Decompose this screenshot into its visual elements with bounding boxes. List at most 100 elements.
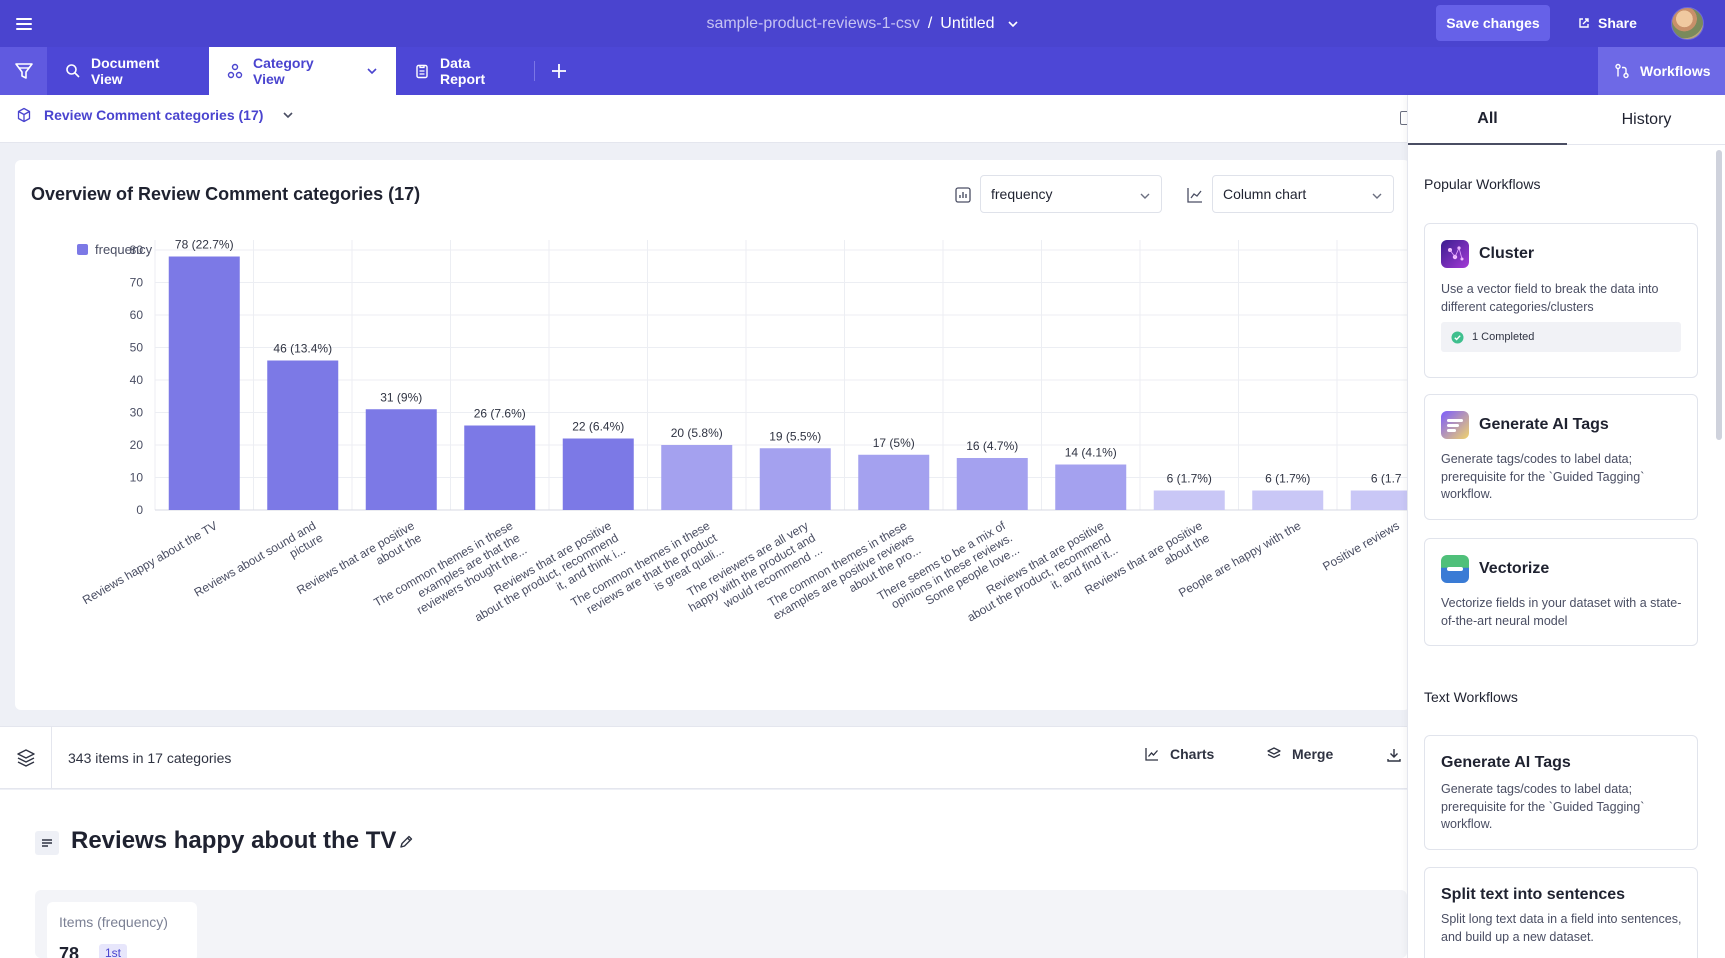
text-workflows-heading: Text Workflows (1424, 689, 1518, 705)
legend-label: frequency (95, 242, 153, 257)
data-label: 19 (5.5%) (769, 429, 821, 443)
panel-scrollbar[interactable] (1716, 150, 1722, 440)
data-label: 31 (9%) (380, 390, 422, 404)
breadcrumb-file-name[interactable]: sample-product-reviews-1-csv (706, 15, 919, 33)
workflow-title: Vectorize (1479, 560, 1550, 577)
filter-icon (14, 61, 34, 81)
data-label: 6 (1.7%) (1167, 472, 1212, 486)
items-stat-card: Items (frequency) 78 1st (47, 902, 197, 958)
workflow-description: Vectorize fields in your dataset with a … (1441, 596, 1682, 628)
download-button[interactable] (1386, 747, 1402, 763)
cluster-icon (1441, 240, 1469, 268)
tab-label: Document View (91, 55, 160, 87)
x-tick-label: Positive reviews (1320, 518, 1402, 573)
tab-history[interactable]: History (1567, 95, 1725, 145)
rank-badge: 1st (99, 944, 128, 958)
data-label: 26 (7.6%) (474, 407, 526, 421)
layers-button[interactable] (0, 727, 52, 789)
y-tick-label: 70 (130, 276, 144, 290)
workflow-card-text-generate-ai-tags[interactable]: Generate AI Tags Generate tags/codes to … (1424, 735, 1698, 850)
share-label: Share (1598, 15, 1637, 31)
y-tick-label: 30 (130, 406, 144, 420)
chevron-down-icon[interactable] (1007, 18, 1019, 30)
panel-tabs: All History (1408, 95, 1725, 145)
merge-layers-icon (1266, 746, 1282, 762)
chevron-down-icon (1371, 190, 1383, 202)
popular-workflows-heading: Popular Workflows (1424, 176, 1541, 192)
bar (759, 448, 831, 510)
view-tab-bar: Document View Category View Data Report … (0, 47, 1725, 95)
y-tick-label: 40 (130, 373, 144, 387)
workflow-description: Generate tags/codes to label data; prere… (1441, 782, 1645, 831)
save-changes-button[interactable]: Save changes (1436, 5, 1550, 41)
add-tab-plus-icon[interactable] (547, 59, 571, 83)
share-button[interactable]: Share (1578, 10, 1637, 36)
category-toolbar: 343 items in 17 categories Charts Merge (0, 726, 1407, 789)
workflow-card-cluster[interactable]: Cluster Use a vector field to break the … (1424, 223, 1698, 378)
clipboard-icon (414, 63, 430, 79)
chart-type-select[interactable]: Column chart (1212, 175, 1394, 213)
bar (1153, 490, 1225, 510)
legend-swatch (77, 244, 88, 255)
workflow-card-vectorize[interactable]: Vectorize Vectorize fields in your datas… (1424, 538, 1698, 646)
bar (661, 445, 733, 510)
category-title: Reviews happy about the TV (71, 827, 397, 854)
items-count: 343 items in 17 categories (68, 750, 232, 766)
category-detail: Reviews happy about the TV Items (freque… (0, 790, 1407, 958)
data-label: 20 (5.8%) (671, 426, 723, 440)
tab-category-view[interactable]: Category View (209, 47, 396, 95)
workflow-title: Split text into sentences (1441, 886, 1626, 903)
charts-label: Charts (1170, 746, 1215, 762)
completed-status[interactable]: 1 Completed (1441, 322, 1681, 352)
avatar[interactable] (1671, 7, 1704, 40)
bar (562, 438, 634, 510)
workflows-label: Workflows (1640, 63, 1711, 79)
bar (956, 458, 1028, 510)
charts-button[interactable]: Charts (1144, 746, 1214, 762)
hamburger-menu-icon[interactable] (12, 12, 36, 36)
layers-icon (16, 748, 36, 768)
data-label: 78 (22.7%) (175, 238, 234, 252)
share-icon (1578, 17, 1590, 29)
workflow-title: Generate AI Tags (1479, 416, 1609, 433)
workflow-header: Vectorize (1441, 555, 1549, 583)
merge-button[interactable]: Merge (1266, 746, 1333, 762)
filter-button[interactable] (0, 47, 47, 95)
top-bar: sample-product-reviews-1-csv / Untitled … (0, 0, 1725, 47)
workflow-header: Generate AI Tags (1441, 754, 1571, 772)
search-icon (65, 63, 81, 79)
data-label: 17 (5%) (873, 436, 915, 450)
chevron-down-icon[interactable] (366, 65, 378, 77)
tab-label: Category View (253, 55, 314, 87)
stat-value: 78 (59, 944, 80, 958)
line-chart-icon (1186, 186, 1204, 204)
workflow-header: Cluster (1441, 240, 1534, 268)
line-chart-icon (1144, 746, 1160, 762)
column-chart: frequency01020304050607080 78 (22.7%)Revi… (77, 238, 1410, 624)
merge-label: Merge (1292, 746, 1334, 762)
document-name[interactable]: Untitled (940, 15, 994, 33)
data-label: 6 (1.7%) (1265, 472, 1310, 486)
tab-document-view[interactable]: Document View (47, 47, 209, 95)
workflow-title: Cluster (1479, 245, 1535, 262)
bar (1252, 490, 1324, 510)
cube-icon (16, 107, 32, 123)
workflow-card-generate-ai-tags[interactable]: Generate AI Tags Generate tags/codes to … (1424, 394, 1698, 520)
metric-select[interactable]: frequency (980, 175, 1162, 213)
edit-pencil-icon[interactable] (398, 834, 414, 850)
workflow-description: Use a vector field to break the data int… (1441, 282, 1659, 314)
tab-data-report[interactable]: Data Report (396, 47, 534, 95)
ai-tags-icon (1441, 411, 1469, 439)
workflow-card-split-sentences[interactable]: Split text into sentences Split long tex… (1424, 867, 1698, 958)
breadcrumb-separator: / (927, 14, 933, 32)
y-tick-label: 50 (130, 341, 144, 355)
status-text: 1 Completed (1472, 331, 1535, 343)
category-subheader: Review Comment categories (17) (0, 95, 1414, 143)
category-set-selector[interactable]: Review Comment categories (17) (16, 107, 295, 123)
y-tick-label: 10 (130, 471, 144, 485)
workflows-button[interactable]: Workflows (1598, 47, 1725, 95)
bar (365, 409, 437, 510)
tab-all[interactable]: All (1408, 95, 1567, 145)
chart-card: Overview of Review Comment categories (1… (15, 160, 1410, 710)
x-tick-label-line: Positive reviews (1320, 518, 1402, 573)
